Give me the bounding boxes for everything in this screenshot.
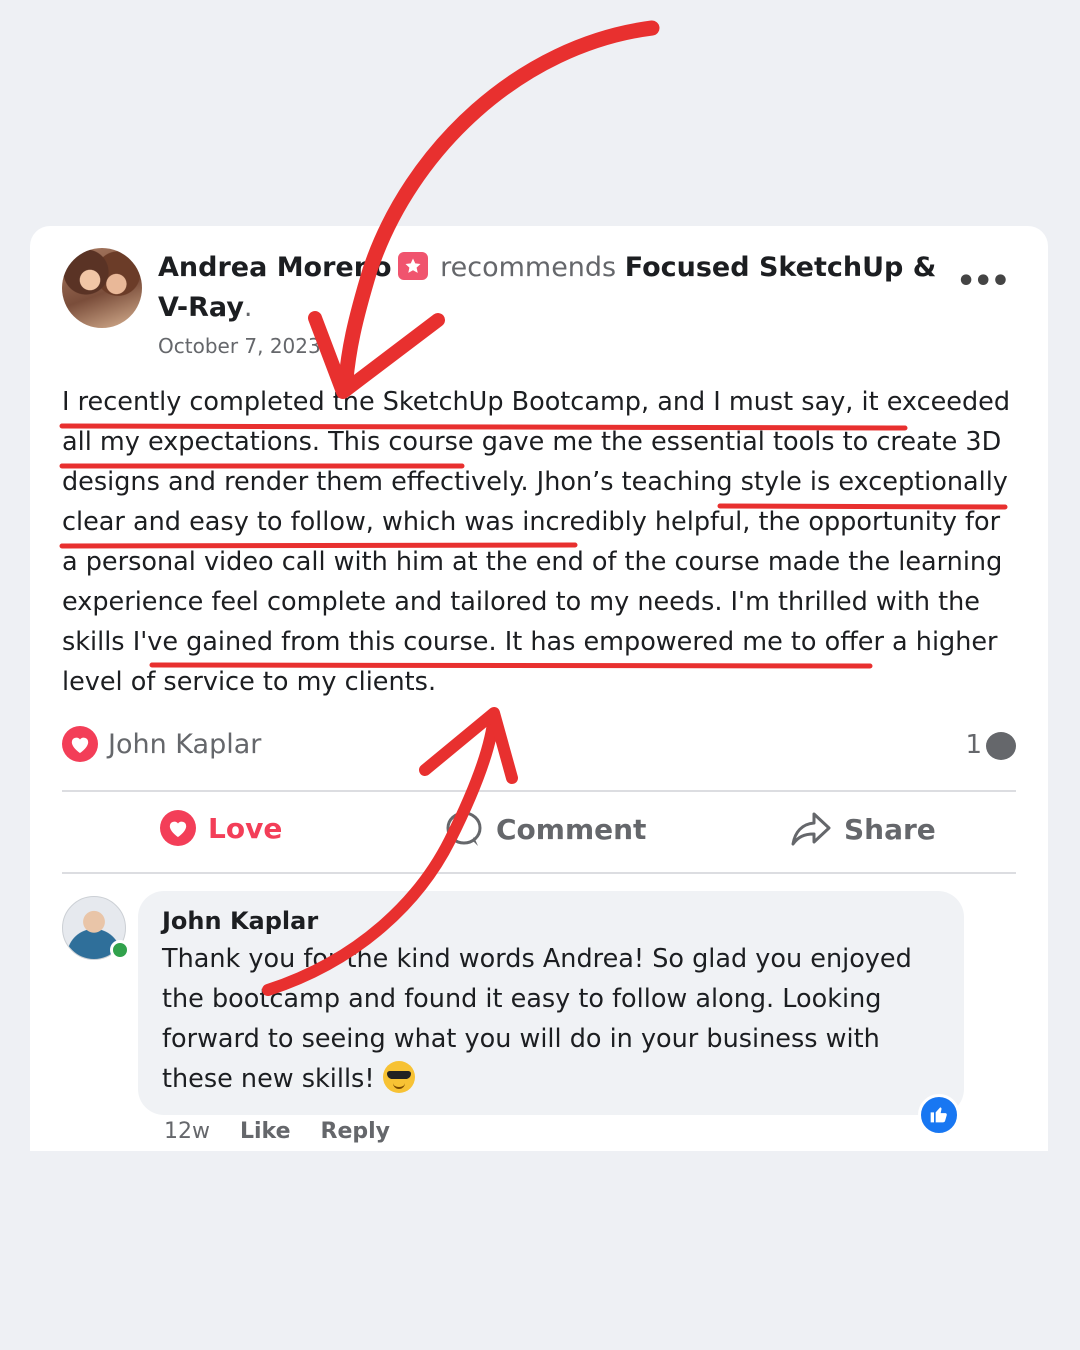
- comment-count-number: 1: [965, 730, 982, 760]
- online-status-indicator: [110, 940, 130, 960]
- reply-text: Thank you for the kind words Andrea! So …: [162, 939, 942, 1099]
- love-button[interactable]: Love: [160, 810, 282, 846]
- share-button[interactable]: Share: [790, 810, 936, 848]
- reactions-summary[interactable]: John Kaplar 1: [62, 726, 1016, 772]
- reply-text-content: Thank you for the kind words Andrea! So …: [162, 944, 912, 1094]
- comment-icon: [446, 811, 482, 846]
- author-avatar[interactable]: [62, 248, 142, 328]
- reply-like-button[interactable]: Like: [240, 1119, 291, 1144]
- share-label: Share: [844, 812, 936, 846]
- recommends-text: recommends: [440, 252, 617, 283]
- reply-author-name[interactable]: John Kaplar: [162, 907, 318, 935]
- love-icon: [160, 810, 196, 846]
- comment-count[interactable]: 1: [965, 730, 1016, 760]
- post-header: Andrea Moreno recommends Focused SketchU…: [158, 248, 958, 328]
- like-reaction-icon[interactable]: [918, 1094, 960, 1136]
- post-card: Andrea Moreno recommends Focused SketchU…: [30, 226, 1048, 1151]
- reply-reply-button[interactable]: Reply: [321, 1119, 391, 1144]
- divider-top: [62, 790, 1016, 792]
- reply-timestamp[interactable]: 12w: [164, 1119, 210, 1144]
- reply-comment-bubble: John Kaplar Thank you for the kind words…: [138, 891, 964, 1115]
- author-name[interactable]: Andrea Moreno: [158, 252, 392, 283]
- header-punctuation: .: [243, 292, 253, 323]
- reactor-name[interactable]: John Kaplar: [108, 729, 261, 760]
- sunglasses-emoji-icon: [382, 1061, 415, 1093]
- action-bar: Love Comment Share: [62, 796, 1016, 872]
- post-date[interactable]: October 7, 2023: [158, 334, 321, 358]
- comment-bubble-icon: [986, 731, 1016, 760]
- post-body-text: I recently completed the SketchUp Bootca…: [62, 387, 1011, 697]
- divider-bottom: [62, 872, 1016, 874]
- share-arrow-icon: [791, 812, 831, 846]
- reply-meta: 12w Like Reply: [164, 1119, 390, 1144]
- love-reaction-icon: [62, 726, 98, 762]
- comment-button[interactable]: Comment: [444, 810, 646, 848]
- recommend-star-icon: [397, 252, 428, 280]
- more-options-icon[interactable]: •••: [956, 264, 1010, 299]
- comment-label: Comment: [496, 812, 647, 846]
- love-label: Love: [208, 811, 283, 845]
